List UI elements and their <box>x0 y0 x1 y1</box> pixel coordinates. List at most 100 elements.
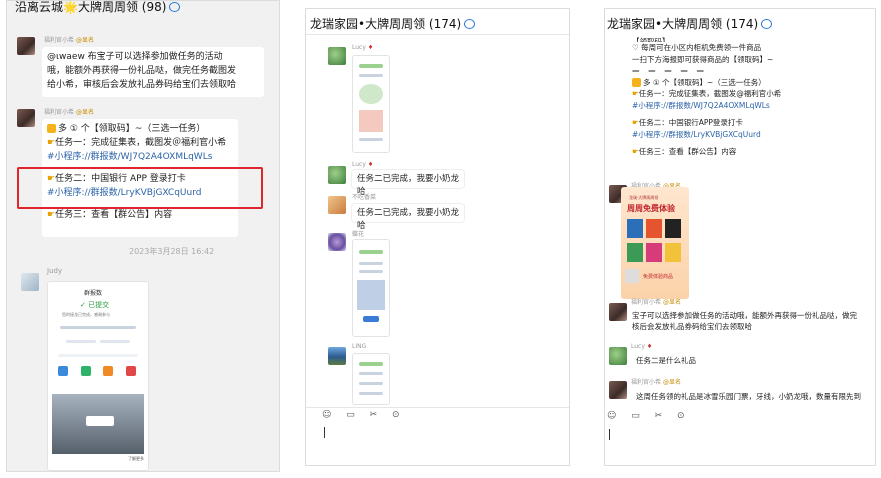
product-image <box>646 242 662 262</box>
message-bubble[interactable]: @ιwaew 布宝子可以选择参加做任务的活动 哦，能额外再获得一份礼品哒，做完任… <box>42 47 264 97</box>
more-link[interactable]: 了解更多 <box>128 456 144 462</box>
chat-icon[interactable] <box>761 18 773 29</box>
poster-headline: 周周免费体验 <box>627 204 675 213</box>
image-message[interactable]: 群报数 ✓ 已提交 您的接龙已完成，感谢参与 了解更多 <box>47 281 149 471</box>
text-line <box>359 382 383 385</box>
message-bubble[interactable]: 这周任务领的礼品是冰雪乐园门票，牙线，小奶龙哦，数量有限先到 <box>631 389 875 405</box>
avatar[interactable] <box>328 47 346 65</box>
mini-program-link[interactable]: #小程序://群报数/WJ7Q2A4OXMLqWLs <box>47 150 233 164</box>
chat-title: 龙瑞家园•大牌周周领 (174) <box>310 15 476 32</box>
product-image <box>359 110 383 132</box>
product-image <box>665 242 681 262</box>
message-line: 一扫下方海报即可获得商品的【领取码】~ <box>632 54 774 64</box>
text-line <box>359 64 383 68</box>
sender-name: Lucy ♦ <box>352 44 374 51</box>
text-line <box>359 372 383 375</box>
button-placeholder <box>100 340 130 343</box>
banner-image <box>52 394 144 454</box>
avatar[interactable] <box>328 166 346 184</box>
mini-program-link[interactable]: #小程序://群报数/LryKVBjGXCqUurd <box>632 129 808 141</box>
product-image <box>359 84 383 104</box>
app-name: 群报数 <box>84 290 103 297</box>
avatar[interactable] <box>328 196 346 214</box>
chat-title: 龙瑞家园•大牌周周领 (174) <box>607 15 773 32</box>
sender-name: Lucy ♦ <box>352 161 374 168</box>
button-placeholder <box>66 340 96 343</box>
text-line <box>359 392 383 395</box>
message-line: 核后会发放礼品券码给宝们去领取哈 <box>632 322 752 331</box>
app-icon <box>58 366 68 376</box>
divider <box>306 407 569 408</box>
status-text: ✓ 已提交 <box>80 301 110 309</box>
avatar[interactable] <box>328 347 346 365</box>
text-line <box>359 74 383 77</box>
avatar[interactable] <box>328 233 346 251</box>
separator-line: — — — — — <box>632 66 707 75</box>
poster-subtitle: 龙瑞·大牌周周领 <box>629 195 659 200</box>
avatar[interactable] <box>609 303 627 321</box>
sender-name: LING <box>352 343 367 350</box>
avatar[interactable] <box>17 109 35 127</box>
product-grid <box>627 219 683 263</box>
divider <box>306 34 569 35</box>
sender-name: 福利官小希 @显名 <box>44 37 94 44</box>
status-desc: 您的接龙已完成，感谢参与 <box>62 312 110 317</box>
app-icon <box>103 366 114 376</box>
app-icon-row <box>58 366 138 388</box>
pointing-hand-icon: ☛ <box>632 118 639 127</box>
chat-icon[interactable] <box>464 18 476 29</box>
avatar[interactable] <box>609 381 627 399</box>
message-bubble[interactable]: 任务二已完成，我要小奶龙哈 <box>352 204 464 231</box>
sender-name: 福利官小希 @显名 <box>631 379 681 386</box>
emoji-icon <box>47 124 56 133</box>
input-toolbar[interactable]: ☺ ▭ ✂ ⊙ <box>607 411 691 421</box>
message-bubble[interactable]: 【领取码】 ♡ 每周可在小区内柜机免费领一件商品 一扫下方海报即可获得商品的【领… <box>627 33 813 175</box>
chat-window-middle: 龙瑞家园•大牌周周领 (174) Lucy ♦ Lucy ♦ 任务二已完成，我要… <box>305 8 570 466</box>
chat-window-right: 龙瑞家园•大牌周周领 (174) 【领取码】 ♡ 每周可在小区内柜机免费领一件商… <box>604 8 876 466</box>
sender-name: 不吃香菜 <box>352 194 377 201</box>
pointing-hand-icon: ☛ <box>632 89 639 98</box>
message-bubble[interactable]: 宝子可以选择参加做任务的活动哦，能额外再获得一份礼品哒，做完 核后会发放礼品券码… <box>627 307 875 335</box>
message-line: ☛任务三：查看【群公告】内容 <box>632 147 737 156</box>
mini-program-link[interactable]: #小程序://群报数/WJ7Q2A4OXMLqWLs <box>632 100 808 112</box>
chat-window-left: 沿离云城🌟大牌周周领 (98) 福利官小希 @显名 @ιwaew 布宝子可以选择… <box>6 0 280 472</box>
pointing-hand-icon: ☛ <box>632 147 639 156</box>
text-line <box>359 362 383 366</box>
poster-footer: 免费体验商品 <box>643 274 674 280</box>
message-line: ☛任务三：查看【群公告】内容 <box>47 210 173 220</box>
image-message[interactable] <box>352 239 390 337</box>
product-image <box>627 219 643 238</box>
image-message[interactable] <box>352 55 390 153</box>
sender-name: Judy <box>47 267 63 275</box>
sender-name: 蝶花 <box>352 231 365 238</box>
product-image <box>627 242 643 262</box>
message-line: ☛任务二：中国银行APP登录打卡 <box>632 118 743 127</box>
avatar[interactable] <box>17 37 35 55</box>
product-image <box>665 219 681 238</box>
message-bubble[interactable]: 任务二已完成，我要小奶龙哈 <box>352 170 464 197</box>
pointing-hand-icon: ☛ <box>47 210 56 220</box>
sender-name: Lucy ♦ <box>631 343 653 350</box>
sender-name: 福利官小希 @显名 <box>631 299 681 306</box>
text-caret[interactable] <box>324 427 325 438</box>
input-toolbar[interactable]: ☺ ▭ ✂ ⊙ <box>322 410 406 420</box>
text-caret[interactable] <box>609 429 610 440</box>
message-line: @ιwaew 布宝子可以选择参加做任务的活动 <box>47 52 223 62</box>
message-bubble[interactable]: 任务二是什么礼品 <box>631 353 707 369</box>
message-line: 给小希，审核后会发放礼品券码给宝们去领取哈 <box>47 80 237 90</box>
qr-code-icon <box>625 269 639 283</box>
poster-image[interactable]: 龙瑞·大牌周周领 周周免费体验 免费体验商品 <box>621 187 689 299</box>
banner-badge <box>86 416 114 426</box>
avatar[interactable] <box>21 273 39 291</box>
message-line: 宝子可以选择参加做任务的活动哦，能额外再获得一份礼品哒，做完 <box>632 311 857 320</box>
message-line: ☛任务一：完成征集表，截图发@福利官小希 <box>632 89 782 98</box>
text-line <box>359 138 383 141</box>
screenshot-image <box>357 280 385 310</box>
chat-icon[interactable] <box>169 1 181 12</box>
image-message[interactable] <box>352 353 390 405</box>
text-line <box>58 354 138 357</box>
pointing-hand-icon: ☛ <box>47 138 56 148</box>
avatar[interactable] <box>609 347 627 365</box>
button-placeholder <box>363 316 379 322</box>
timestamp: 2023年3月28日 16:42 <box>129 247 215 256</box>
